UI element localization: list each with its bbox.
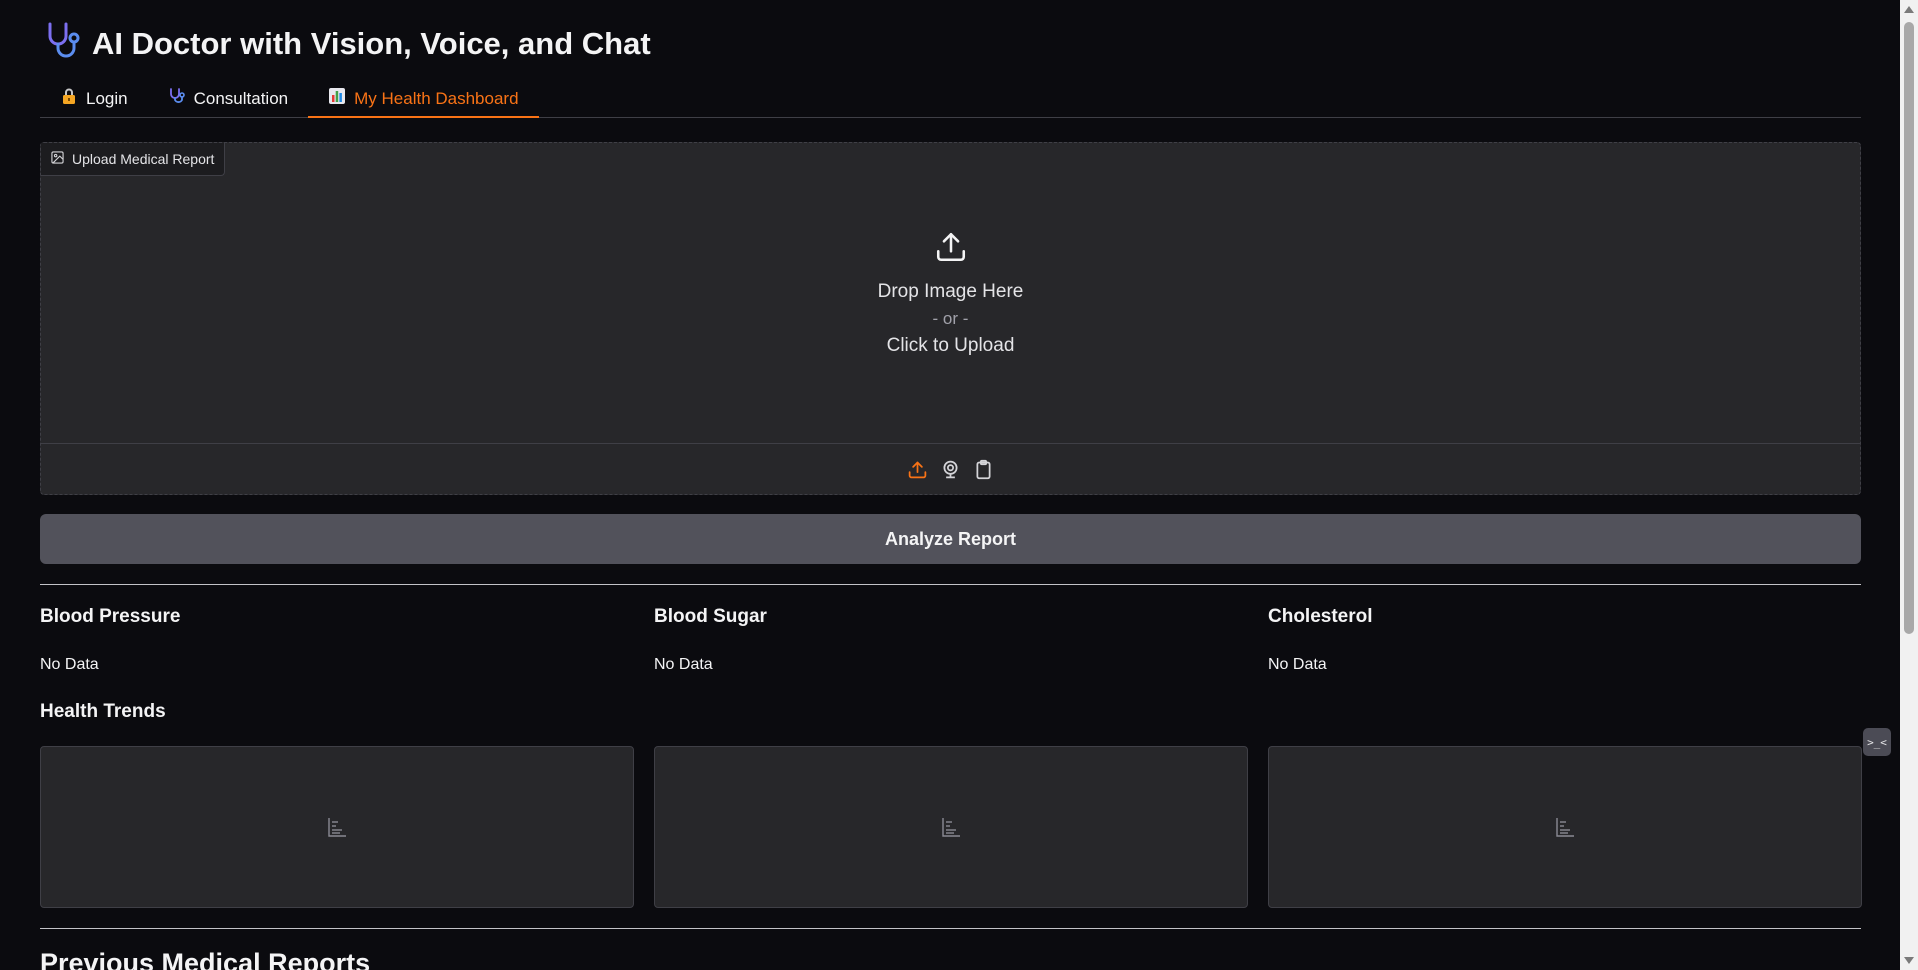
or-text: - or - bbox=[932, 308, 969, 328]
page-title: AI Doctor with Vision, Voice, and Chat bbox=[92, 26, 651, 61]
section-divider bbox=[40, 584, 1861, 585]
image-upload-panel: Drop Image Here - or - Click to Upload U… bbox=[40, 142, 1861, 495]
tab-label: Login bbox=[86, 88, 128, 108]
cholesterol-title: Cholesterol bbox=[1268, 606, 1373, 627]
tab-label: Consultation bbox=[193, 88, 289, 108]
upload-icon bbox=[908, 461, 927, 478]
empty-plot-icon bbox=[942, 818, 960, 837]
tab-my-health-dashboard[interactable]: My Health Dashboard bbox=[308, 80, 539, 118]
image-drop-zone[interactable]: Drop Image Here - or - Click to Upload bbox=[41, 143, 1860, 443]
click-to-upload-text: Click to Upload bbox=[886, 334, 1015, 356]
tab-login[interactable]: Login bbox=[40, 80, 148, 117]
scroll-thumb[interactable] bbox=[1904, 22, 1914, 634]
stethoscope-icon bbox=[168, 87, 186, 110]
blood-sugar-value: No Data bbox=[654, 656, 713, 673]
blood-sugar-trend-plot bbox=[654, 746, 1248, 908]
bar-chart-emoji-icon bbox=[328, 87, 346, 110]
image-icon bbox=[51, 151, 64, 167]
blood-pressure-trend-plot bbox=[40, 746, 634, 908]
previous-reports-heading: Previous Medical Reports bbox=[40, 948, 371, 970]
scroll-up-arrow-icon[interactable] bbox=[1904, 6, 1914, 13]
cholesterol-value: No Data bbox=[1268, 656, 1327, 673]
floating-widget-button[interactable]: >_< bbox=[1863, 728, 1891, 756]
blood-pressure-value: No Data bbox=[40, 656, 99, 673]
analyze-report-button[interactable]: Analyze Report bbox=[40, 514, 1861, 564]
cholesterol-trend-plot bbox=[1268, 746, 1862, 908]
empty-plot-icon bbox=[1556, 818, 1574, 837]
upload-icon bbox=[934, 230, 968, 281]
upload-label: Upload Medical Report bbox=[41, 143, 226, 176]
tab-consultation[interactable]: Consultation bbox=[148, 80, 309, 117]
app-root: AI Doctor with Vision, Voice, and Chat L… bbox=[0, 0, 1918, 970]
section-divider bbox=[40, 928, 1861, 929]
upload-label-text: Upload Medical Report bbox=[72, 151, 215, 167]
stethoscope-icon bbox=[44, 20, 84, 68]
blood-pressure-title: Blood Pressure bbox=[40, 606, 181, 627]
health-trends-heading: Health Trends bbox=[40, 701, 166, 722]
webcam-icon bbox=[943, 460, 958, 478]
blood-sugar-title: Blood Sugar bbox=[654, 606, 767, 627]
upload-source-button[interactable] bbox=[907, 459, 928, 480]
drop-text: Drop Image Here bbox=[877, 280, 1024, 302]
tab-bar: Login Consultation My Health Dashboard bbox=[40, 80, 1861, 118]
upload-source-bar bbox=[41, 443, 1860, 494]
page-scrollbar[interactable] bbox=[1900, 0, 1918, 970]
clipboard-source-button[interactable] bbox=[973, 459, 994, 480]
empty-plot-icon bbox=[328, 818, 346, 837]
webcam-source-button[interactable] bbox=[940, 459, 961, 480]
tab-label: My Health Dashboard bbox=[354, 88, 519, 108]
scroll-down-arrow-icon[interactable] bbox=[1904, 957, 1914, 964]
app-header: AI Doctor with Vision, Voice, and Chat bbox=[44, 20, 651, 68]
lock-emoji-icon bbox=[60, 87, 78, 110]
clipboard-icon bbox=[976, 459, 991, 479]
